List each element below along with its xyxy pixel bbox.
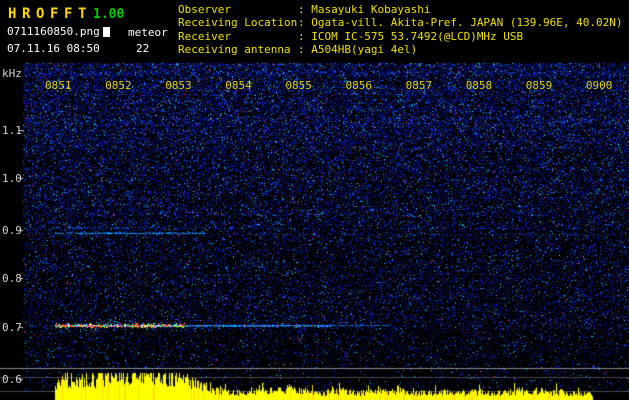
title-letter: H <box>8 6 22 22</box>
time-tick-label: 0858 <box>466 79 493 92</box>
freq-tick-label: 0.8 <box>2 272 22 285</box>
title-letter: T <box>78 6 92 22</box>
app-title-letters: HROFFT <box>8 3 92 22</box>
freq-axis-unit: kHz <box>2 67 22 80</box>
freq-tick-label: 0.7 <box>2 321 22 334</box>
info-colon: : <box>298 43 311 56</box>
datetime-label: 07.11.16 08:50 <box>7 42 100 55</box>
info-colon: : <box>298 16 311 29</box>
info-value: ICOM IC-575 53.7492(@LCD)MHz USB <box>311 30 523 43</box>
app-title: HROFFT1.00 <box>8 3 124 22</box>
time-tick-label: 0857 <box>406 79 433 92</box>
time-tick-label: 0900 <box>586 79 613 92</box>
info-label: Observer <box>178 3 298 16</box>
filename-text: 0711160850.png <box>7 25 100 38</box>
time-tick-label: 0851 <box>45 79 72 92</box>
info-colon: : <box>298 30 311 43</box>
freq-tick-label: 0.9 <box>2 224 22 237</box>
info-colon: : <box>298 3 311 16</box>
station-info-row: Observer: Masayuki Kobayashi <box>178 3 623 16</box>
station-info-row: Receiver: ICOM IC-575 53.7492(@LCD)MHz U… <box>178 30 623 43</box>
title-letter: O <box>36 6 50 22</box>
info-value: Ogata-vill. Akita-Pref. JAPAN (139.96E, … <box>311 16 622 29</box>
station-info-row: Receiving antenna: A504HB(yagi 4el) <box>178 43 623 56</box>
title-letter: R <box>22 6 36 22</box>
mode-label: meteor <box>128 26 168 39</box>
info-value: Masayuki Kobayashi <box>311 3 430 16</box>
title-letter: F <box>50 6 64 22</box>
station-info: Observer: Masayuki KobayashiReceiving Lo… <box>178 3 623 57</box>
freq-tick-label: 1.0 <box>2 172 22 185</box>
time-tick-label: 0852 <box>105 79 132 92</box>
title-letter: F <box>64 6 78 22</box>
freq-tick-label: 0.6 <box>2 373 22 386</box>
cursor-block <box>103 27 110 37</box>
app-version: 1.00 <box>93 7 124 22</box>
info-label: Receiving Location <box>178 16 298 29</box>
time-tick-label: 0854 <box>225 79 252 92</box>
freq-tick-label: 1.1 <box>2 124 22 137</box>
spectrogram-canvas <box>0 0 629 400</box>
time-tick-label: 0859 <box>526 79 553 92</box>
output-filename: 0711160850.png <box>7 25 110 38</box>
station-info-row: Receiving Location: Ogata-vill. Akita-Pr… <box>178 16 623 29</box>
time-tick-label: 0853 <box>165 79 192 92</box>
time-tick-label: 0856 <box>346 79 373 92</box>
meteor-count-label: 22 <box>136 42 149 55</box>
time-tick-label: 0855 <box>285 79 312 92</box>
info-value: A504HB(yagi 4el) <box>311 43 417 56</box>
hrofft-screen: HROFFT1.00 0711160850.png meteor 07.11.1… <box>0 0 629 400</box>
info-label: Receiving antenna <box>178 43 298 56</box>
info-label: Receiver <box>178 30 298 43</box>
